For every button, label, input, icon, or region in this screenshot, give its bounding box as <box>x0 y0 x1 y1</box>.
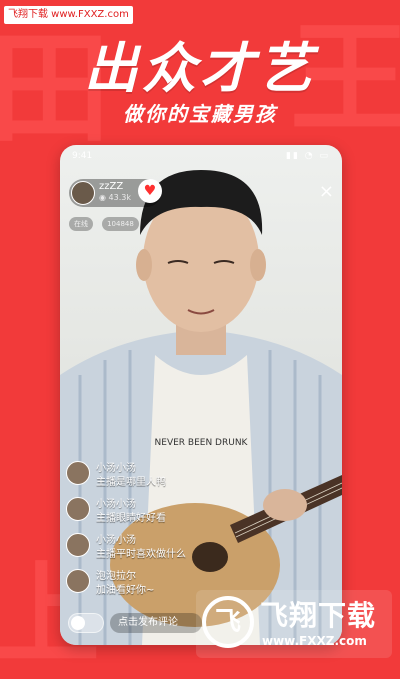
commenter-name: 小汤小汤 <box>96 499 136 510</box>
room-tags: 在线 104848 <box>69 211 143 231</box>
comment-text: 主播平时喜欢做什么 <box>96 549 186 560</box>
commenter-avatar[interactable] <box>66 497 90 521</box>
follow-button[interactable]: ♥ <box>138 179 162 203</box>
logo-icon: 飞 <box>202 596 254 648</box>
close-icon: × <box>318 181 334 202</box>
phone-screen: NEVER BEEN DRUNK 9:41 ▮▮ ◔ ▭ zzZZ ◉ 43.3… <box>60 145 342 645</box>
streamer-name: zzZZ <box>99 181 124 192</box>
commenter-name: 小汤小汤 <box>96 463 136 474</box>
status-time: 9:41 <box>72 151 93 161</box>
site-watermark-logo: 飞 飞翔下载 www.FXXZ.com <box>196 590 392 658</box>
room-id-tag: 104848 <box>102 217 139 231</box>
streamer-avatar[interactable] <box>71 181 95 205</box>
comment-text: 加油看好你~ <box>96 585 155 596</box>
commenter-avatar[interactable] <box>66 569 90 593</box>
commenter-name: 泡泡拉尔 <box>96 571 136 582</box>
svg-text:NEVER BEEN DRUNK: NEVER BEEN DRUNK <box>155 438 249 448</box>
fans-count-value: 43.3k <box>108 193 131 202</box>
watermark-url: www.FXXZ.com <box>262 634 367 648</box>
comment-item: 小汤小汤 主播是哪里人鸭 <box>66 459 216 491</box>
commenter-name: 小汤小汤 <box>96 535 136 546</box>
subheadline: 做你的宝藏男孩 <box>123 102 277 126</box>
close-button[interactable]: × <box>319 181 334 202</box>
watermark-title: 飞翔下载 <box>260 599 377 632</box>
room-tag: 在线 <box>69 217 93 231</box>
commenter-avatar[interactable] <box>66 533 90 557</box>
comment-item: 小汤小汤 主播平时喜欢做什么 <box>66 531 216 563</box>
toggle-knob <box>71 616 85 630</box>
commenter-avatar[interactable] <box>66 461 90 485</box>
comment-list: 小汤小汤 主播是哪里人鸭 小汤小汤 主播眼睛好好看 小汤小汤 主播平时喜欢做什么… <box>66 459 216 603</box>
eye-icon: ◉ <box>99 193 106 202</box>
status-icons: ▮▮ ◔ ▭ <box>286 151 330 161</box>
site-watermark-top: 飞翔下载 www.FXXZ.com <box>4 6 133 24</box>
streamer-fans-count: ◉ 43.3k <box>99 193 131 202</box>
comment-input[interactable]: 点击发布评论 <box>110 613 202 633</box>
comment-item: 泡泡拉尔 加油看好你~ <box>66 567 216 599</box>
comment-text: 主播眼睛好好看 <box>96 513 166 524</box>
status-bar: 9:41 ▮▮ ◔ ▭ <box>72 151 330 163</box>
headline: 出众才艺 <box>84 37 316 100</box>
danmaku-toggle[interactable] <box>68 613 104 633</box>
heart-icon: ♥ <box>143 183 157 199</box>
comment-text: 主播是哪里人鸭 <box>96 477 166 488</box>
comment-item: 小汤小汤 主播眼睛好好看 <box>66 495 216 527</box>
